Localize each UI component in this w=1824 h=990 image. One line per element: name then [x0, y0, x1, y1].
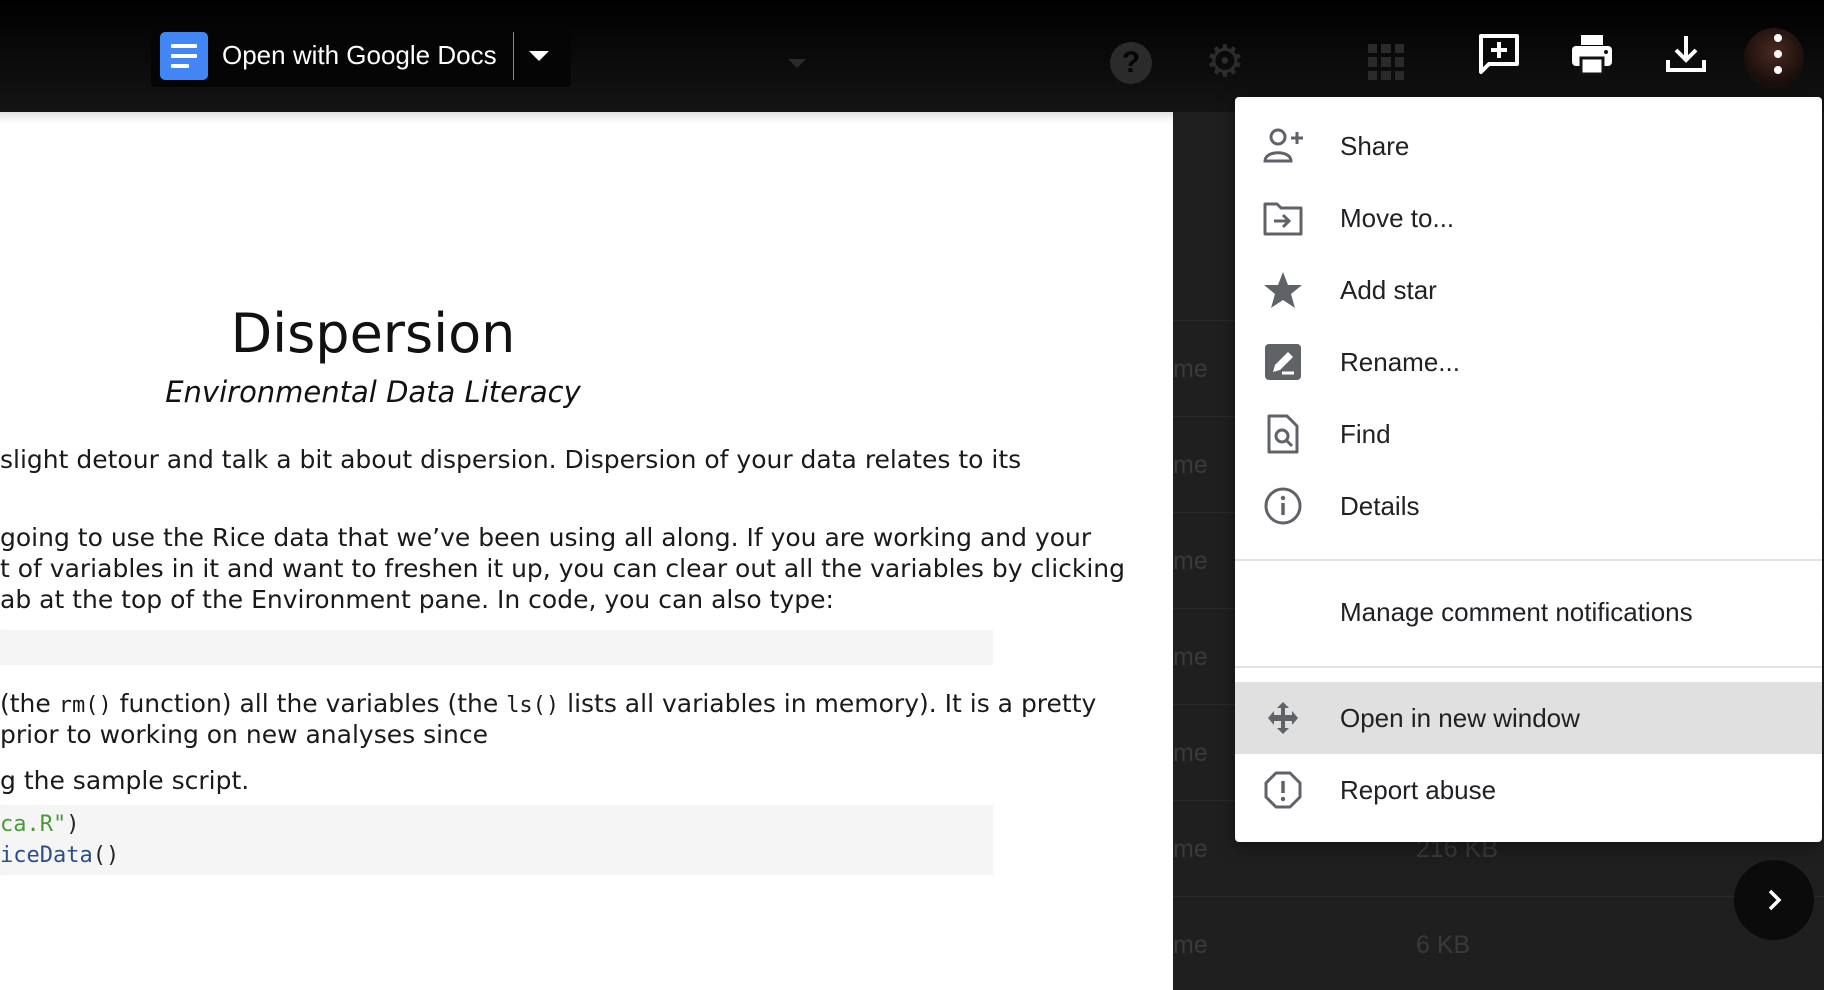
- menu-divider: [1235, 666, 1822, 668]
- code-line: ca.R"): [0, 812, 80, 837]
- paragraph-line: going to use the Rice data that we’ve be…: [0, 523, 1092, 552]
- document-preview: Dispersion Environmental Data Literacy s…: [0, 112, 1173, 990]
- paragraph-line: ab at the top of the Environment pane. I…: [0, 585, 834, 614]
- rename-icon: [1265, 344, 1301, 380]
- divider: [1173, 896, 1824, 897]
- caret-down-icon: [788, 59, 806, 68]
- menu-item-label: Details: [1340, 490, 1420, 521]
- paragraph-line: (the rm() function) all the variables (t…: [0, 689, 1097, 718]
- file-name: me: [1173, 739, 1208, 767]
- open-with-label: Open with Google Docs: [222, 40, 497, 70]
- paragraph-line: prior to working on new analyses since: [0, 720, 489, 749]
- apps-grid-icon: [1368, 44, 1404, 80]
- menu-item-label: Open in new window: [1340, 702, 1580, 733]
- file-name: me: [1173, 931, 1208, 959]
- file-size: 6 KB: [1416, 931, 1471, 959]
- menu-item-details[interactable]: Details: [1235, 470, 1822, 542]
- file-name: me: [1173, 355, 1208, 383]
- menu-item-manage-comment-notifications[interactable]: Manage comment notifications: [1235, 576, 1822, 648]
- file-name: me: [1173, 643, 1208, 671]
- menu-item-share[interactable]: Share: [1235, 110, 1822, 182]
- help-icon: ?: [1110, 42, 1152, 84]
- menu-item-find[interactable]: Find: [1235, 398, 1822, 470]
- code-line: iceData(): [0, 843, 120, 868]
- menu-item-add-star[interactable]: Add star: [1235, 254, 1822, 326]
- chevron-right-icon: [1768, 889, 1782, 911]
- menu-item-label: Find: [1340, 418, 1391, 449]
- download-icon[interactable]: [1662, 30, 1710, 78]
- code-inline: ls(): [506, 693, 560, 718]
- page-subtitle: Environmental Data Literacy: [165, 375, 581, 409]
- find-in-page-icon: [1267, 414, 1299, 454]
- page-title: Dispersion: [230, 302, 516, 365]
- print-icon[interactable]: [1568, 30, 1616, 78]
- menu-item-move-to[interactable]: Move to...: [1235, 182, 1822, 254]
- star-icon: [1264, 272, 1302, 308]
- top-bar: Open with Google Docs ? ⚙: [0, 0, 1824, 112]
- file-name: me: [1173, 547, 1208, 575]
- add-comment-icon[interactable]: [1475, 30, 1523, 78]
- code-inline: rm(): [58, 693, 112, 718]
- person-add-icon: [1263, 128, 1303, 163]
- paragraph-line: slight detour and talk a bit about dispe…: [0, 445, 1022, 474]
- menu-item-label: Add star: [1340, 274, 1437, 305]
- menu-item-label: Share: [1340, 130, 1410, 161]
- open-with-icon: [1268, 702, 1298, 734]
- menu-item-rename[interactable]: Rename...: [1235, 326, 1822, 398]
- open-with-google-docs-button[interactable]: Open with Google Docs: [151, 24, 571, 87]
- more-vert-icon[interactable]: [1768, 32, 1788, 76]
- file-name: me: [1173, 451, 1208, 479]
- menu-item-open-in-new-window[interactable]: Open in new window: [1235, 682, 1822, 754]
- paragraph-line: g the sample script.: [0, 766, 250, 795]
- code-block: ca.R") iceData(): [0, 805, 993, 875]
- dropdown-arrow-icon[interactable]: [528, 50, 549, 61]
- divider: [512, 31, 514, 80]
- menu-divider: [1235, 559, 1822, 561]
- menu-item-label: Manage comment notifications: [1340, 596, 1693, 627]
- move-to-folder-icon: [1263, 202, 1303, 236]
- menu-item-report-abuse[interactable]: Report abuse: [1235, 754, 1822, 826]
- paragraph-line: t of variables in it and want to freshen…: [0, 554, 1126, 583]
- docs-icon: [160, 31, 208, 80]
- next-file-button[interactable]: [1734, 860, 1814, 940]
- code-block: [0, 630, 993, 665]
- gear-icon: ⚙: [1205, 37, 1245, 86]
- menu-item-label: Move to...: [1340, 202, 1455, 233]
- report-icon: [1264, 771, 1302, 809]
- menu-item-label: Rename...: [1340, 346, 1460, 377]
- menu-item-label: Report abuse: [1340, 774, 1497, 805]
- file-name: me: [1173, 835, 1208, 863]
- more-actions-menu: Share Move to... Add star Rename... Find: [1235, 97, 1822, 842]
- info-icon: [1264, 487, 1302, 525]
